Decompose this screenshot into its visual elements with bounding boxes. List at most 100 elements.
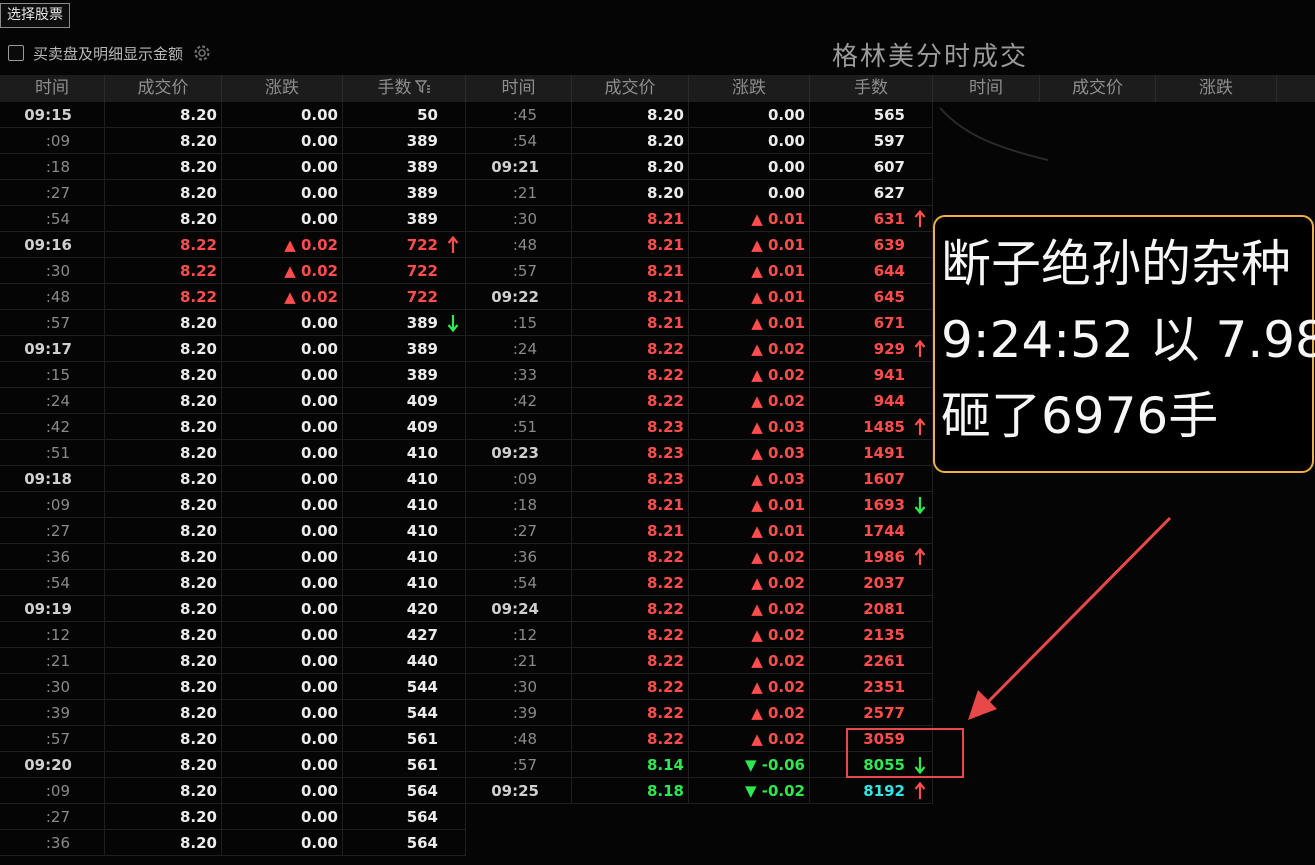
- trade-row[interactable]: :57 8.21 ▲ 0.01 644: [466, 258, 933, 284]
- volume-cell: 2261: [810, 648, 933, 674]
- trade-row[interactable]: :36 8.20 0.00 410: [0, 544, 466, 570]
- trade-row[interactable]: 09:21 8.20 0.00 607: [466, 154, 933, 180]
- trade-row[interactable]: :51 8.20 0.00 410: [0, 440, 466, 466]
- col-price-header[interactable]: 成交价: [572, 75, 689, 102]
- trade-row[interactable]: :27 8.20 0.00 389: [0, 180, 466, 206]
- trade-row[interactable]: 09:24 8.22 ▲ 0.02 2081: [466, 596, 933, 622]
- trade-row[interactable]: :54 8.20 0.00 597: [466, 128, 933, 154]
- col-time-header[interactable]: 时间: [933, 75, 1040, 102]
- change-cell: ▲ 0.02: [222, 232, 343, 258]
- volume-cell: 410: [343, 466, 466, 492]
- volume-cell: 564: [343, 778, 466, 804]
- trade-row[interactable]: :18 8.21 ▲ 0.01 1693: [466, 492, 933, 518]
- filter-icon[interactable]: [414, 77, 431, 104]
- change-cell: ▼ -0.06: [689, 752, 810, 778]
- trade-row[interactable]: :27 8.20 0.00 564: [0, 804, 466, 830]
- col-volume-header[interactable]: 手数: [343, 75, 466, 102]
- trade-row[interactable]: 09:18 8.20 0.00 410: [0, 466, 466, 492]
- trade-row[interactable]: :42 8.22 ▲ 0.02 944: [466, 388, 933, 414]
- trade-row[interactable]: :48 8.21 ▲ 0.01 639: [466, 232, 933, 258]
- trade-row[interactable]: :57 8.20 0.00 561: [0, 726, 466, 752]
- volume-cell: 2081: [810, 596, 933, 622]
- change-cell: ▲ 0.01: [689, 284, 810, 310]
- trade-row[interactable]: :09 8.20 0.00 564: [0, 778, 466, 804]
- trade-row[interactable]: :09 8.20 0.00 410: [0, 492, 466, 518]
- time-cell: :57: [0, 726, 105, 752]
- trade-row[interactable]: :39 8.20 0.00 544: [0, 700, 466, 726]
- col-change-header[interactable]: 涨跌: [689, 75, 810, 102]
- trade-row[interactable]: :27 8.20 0.00 410: [0, 518, 466, 544]
- trade-row[interactable]: 09:25 8.18 ▼ -0.02 8192: [466, 778, 933, 804]
- volume-cell: 544: [343, 700, 466, 726]
- change-cell: 0.00: [689, 128, 810, 154]
- change-cell: ▲ 0.02: [689, 726, 810, 752]
- trade-row[interactable]: :51 8.23 ▲ 0.03 1485: [466, 414, 933, 440]
- time-cell: :21: [466, 180, 572, 206]
- trade-row[interactable]: :30 8.20 0.00 544: [0, 674, 466, 700]
- price-cell: 8.20: [105, 154, 222, 180]
- trade-row[interactable]: :18 8.20 0.00 389: [0, 154, 466, 180]
- trade-row[interactable]: 09:20 8.20 0.00 561: [0, 752, 466, 778]
- price-cell: 8.20: [105, 518, 222, 544]
- trade-row[interactable]: :24 8.22 ▲ 0.02 929: [466, 336, 933, 362]
- trade-row[interactable]: :21 8.20 0.00 627: [466, 180, 933, 206]
- change-cell: 0.00: [222, 544, 343, 570]
- price-cell: 8.22: [572, 570, 689, 596]
- trade-row[interactable]: 09:22 8.21 ▲ 0.01 645: [466, 284, 933, 310]
- trade-row[interactable]: :15 8.21 ▲ 0.01 671: [466, 310, 933, 336]
- col-price-header[interactable]: 成交价: [1040, 75, 1156, 102]
- arrow-down-icon: [913, 495, 927, 515]
- trade-row[interactable]: :42 8.20 0.00 409: [0, 414, 466, 440]
- volume-cell: 564: [343, 830, 466, 856]
- trade-row[interactable]: :24 8.20 0.00 409: [0, 388, 466, 414]
- trade-row[interactable]: 09:17 8.20 0.00 389: [0, 336, 466, 362]
- time-cell: :24: [466, 336, 572, 362]
- col-change-header[interactable]: 涨跌: [1156, 75, 1277, 102]
- trade-row[interactable]: :57 8.20 0.00 389: [0, 310, 466, 336]
- trade-row[interactable]: :12 8.22 ▲ 0.02 2135: [466, 622, 933, 648]
- trade-row[interactable]: :33 8.22 ▲ 0.02 941: [466, 362, 933, 388]
- col-change-header[interactable]: 涨跌: [222, 75, 343, 102]
- trade-row[interactable]: :45 8.20 0.00 565: [466, 102, 933, 128]
- change-cell: ▲ 0.01: [689, 310, 810, 336]
- trade-row[interactable]: 09:23 8.23 ▲ 0.03 1491: [466, 440, 933, 466]
- trade-row[interactable]: :39 8.22 ▲ 0.02 2577: [466, 700, 933, 726]
- gear-icon[interactable]: [192, 43, 212, 63]
- trade-row[interactable]: :27 8.21 ▲ 0.01 1744: [466, 518, 933, 544]
- trade-row[interactable]: :54 8.22 ▲ 0.02 2037: [466, 570, 933, 596]
- time-cell: :54: [0, 570, 105, 596]
- show-amount-label: 买卖盘及明细显示金额: [33, 44, 184, 63]
- trade-row[interactable]: :30 8.21 ▲ 0.01 631: [466, 206, 933, 232]
- trade-row[interactable]: :30 8.22 ▲ 0.02 722: [0, 258, 466, 284]
- trade-row[interactable]: :09 8.23 ▲ 0.03 1607: [466, 466, 933, 492]
- price-cell: 8.20: [105, 752, 222, 778]
- volume-cell: 410: [343, 440, 466, 466]
- trade-row[interactable]: 09:16 8.22 ▲ 0.02 722: [0, 232, 466, 258]
- trade-row[interactable]: :54 8.20 0.00 410: [0, 570, 466, 596]
- price-cell: 8.21: [572, 492, 689, 518]
- trade-row[interactable]: :12 8.20 0.00 427: [0, 622, 466, 648]
- trade-row[interactable]: :36 8.22 ▲ 0.02 1986: [466, 544, 933, 570]
- select-stock-button[interactable]: 选择股票: [0, 3, 70, 28]
- trade-row[interactable]: 09:19 8.20 0.00 420: [0, 596, 466, 622]
- col-price-header[interactable]: 成交价: [105, 75, 222, 102]
- price-cell: 8.20: [105, 180, 222, 206]
- trade-row[interactable]: :48 8.22 ▲ 0.02 722: [0, 284, 466, 310]
- col-time-header[interactable]: 时间: [0, 75, 105, 102]
- trade-row[interactable]: 09:15 8.20 0.00 50: [0, 102, 466, 128]
- volume-cell: 944: [810, 388, 933, 414]
- show-amount-checkbox[interactable]: [8, 45, 24, 61]
- trade-row[interactable]: :21 8.20 0.00 440: [0, 648, 466, 674]
- col-time-header[interactable]: 时间: [466, 75, 572, 102]
- trade-row[interactable]: :21 8.22 ▲ 0.02 2261: [466, 648, 933, 674]
- trade-row[interactable]: :54 8.20 0.00 389: [0, 206, 466, 232]
- trade-row[interactable]: :09 8.20 0.00 389: [0, 128, 466, 154]
- trade-row[interactable]: :15 8.20 0.00 389: [0, 362, 466, 388]
- trade-row[interactable]: :36 8.20 0.00 564: [0, 830, 466, 856]
- table-left-header: 时间 成交价 涨跌 手数: [0, 75, 466, 102]
- col-volume-header[interactable]: 手数: [810, 75, 933, 102]
- arrow-up-icon: [913, 547, 927, 567]
- page-title: 格林美分时成交: [832, 42, 1029, 72]
- annotation-arrow-line: [983, 516, 1172, 707]
- trade-row[interactable]: :30 8.22 ▲ 0.02 2351: [466, 674, 933, 700]
